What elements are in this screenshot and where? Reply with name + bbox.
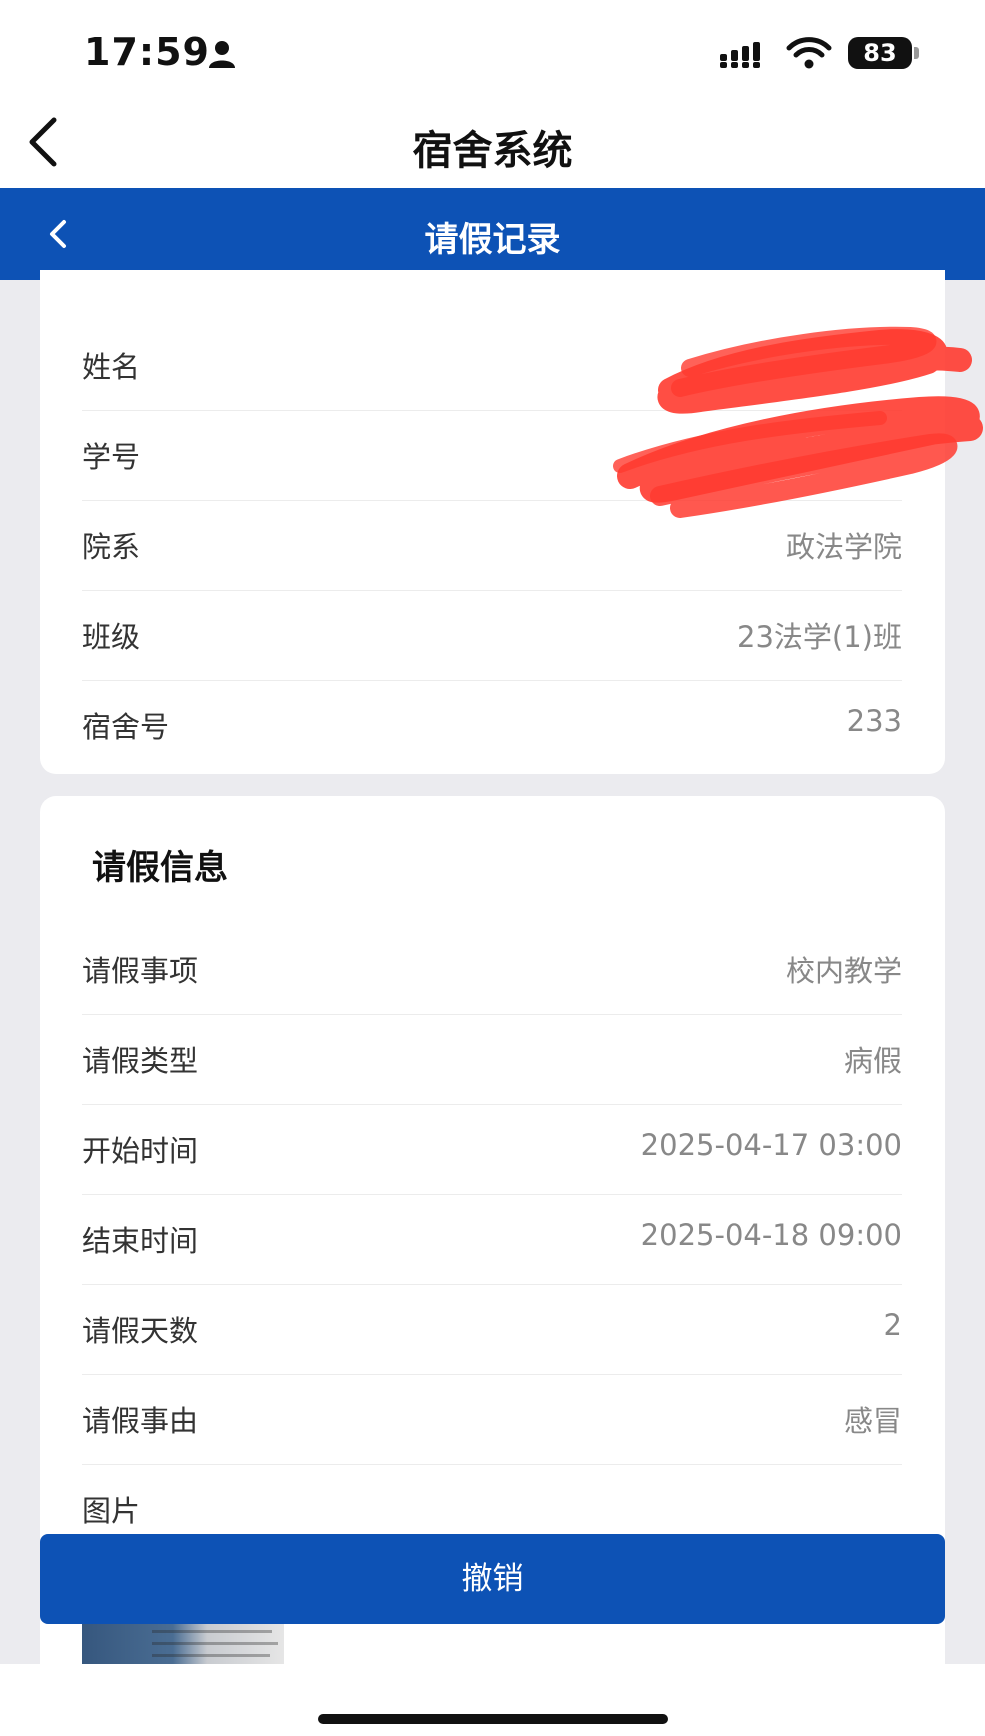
section-heading: 请假信息 xyxy=(92,848,228,888)
revoke-button[interactable]: 撤销 xyxy=(40,1534,945,1624)
app-nav-bar: 宿舍系统 xyxy=(0,100,985,188)
leave-row-type: 请假类型 病假 xyxy=(82,1014,902,1105)
row-value: 23法学(1)班 xyxy=(737,620,902,654)
page-title: 请假记录 xyxy=(424,220,561,260)
leave-row-reason: 请假事由 感冒 xyxy=(82,1374,902,1465)
wifi-icon xyxy=(786,37,832,69)
info-row-class: 班级 23法学(1)班 xyxy=(82,590,902,681)
row-label: 请假事由 xyxy=(82,1404,199,1438)
row-value: 2025-04-18 09:00 xyxy=(640,1218,902,1252)
status-bar: 17:59 83 xyxy=(0,0,985,100)
row-label: 姓名 xyxy=(82,350,141,384)
row-value: 政法学院 xyxy=(785,530,902,564)
bottom-bar xyxy=(0,1664,985,1736)
leave-row-item: 请假事项 校内教学 xyxy=(82,924,902,1015)
row-value: 病假 xyxy=(843,1044,902,1078)
row-label: 宿舍号 xyxy=(82,710,170,744)
leave-row-start-time: 开始时间 2025-04-17 03:00 xyxy=(82,1104,902,1195)
row-value: 感冒 xyxy=(843,1404,902,1438)
row-label: 班级 xyxy=(82,620,141,654)
signal-icon xyxy=(720,42,760,68)
row-label: 请假事项 xyxy=(82,954,199,988)
row-label: 开始时间 xyxy=(82,1134,199,1168)
row-value: 233 xyxy=(846,704,902,738)
row-label: 图片 xyxy=(82,1494,141,1528)
info-row-dorm: 宿舍号 233 xyxy=(82,680,902,770)
row-label: 请假类型 xyxy=(82,1044,199,1078)
page-header: 请假记录 xyxy=(0,188,985,280)
row-value: 校内教学 xyxy=(785,954,902,988)
leave-row-end-time: 结束时间 2025-04-18 09:00 xyxy=(82,1194,902,1285)
home-indicator[interactable] xyxy=(318,1714,668,1724)
row-value: 2 xyxy=(883,1308,902,1342)
redaction-scribble xyxy=(613,326,983,518)
person-icon xyxy=(209,41,235,68)
row-label: 结束时间 xyxy=(82,1224,199,1258)
row-value: 2025-04-17 03:00 xyxy=(640,1128,902,1162)
row-label: 请假天数 xyxy=(82,1314,199,1348)
battery-indicator: 83 xyxy=(848,37,912,69)
row-label: 院系 xyxy=(82,530,141,564)
status-time: 17:59 xyxy=(84,30,210,74)
leave-row-days: 请假天数 2 xyxy=(82,1284,902,1375)
app-title: 宿舍系统 xyxy=(412,128,573,174)
battery-cap xyxy=(914,47,919,59)
row-label: 学号 xyxy=(82,440,141,474)
